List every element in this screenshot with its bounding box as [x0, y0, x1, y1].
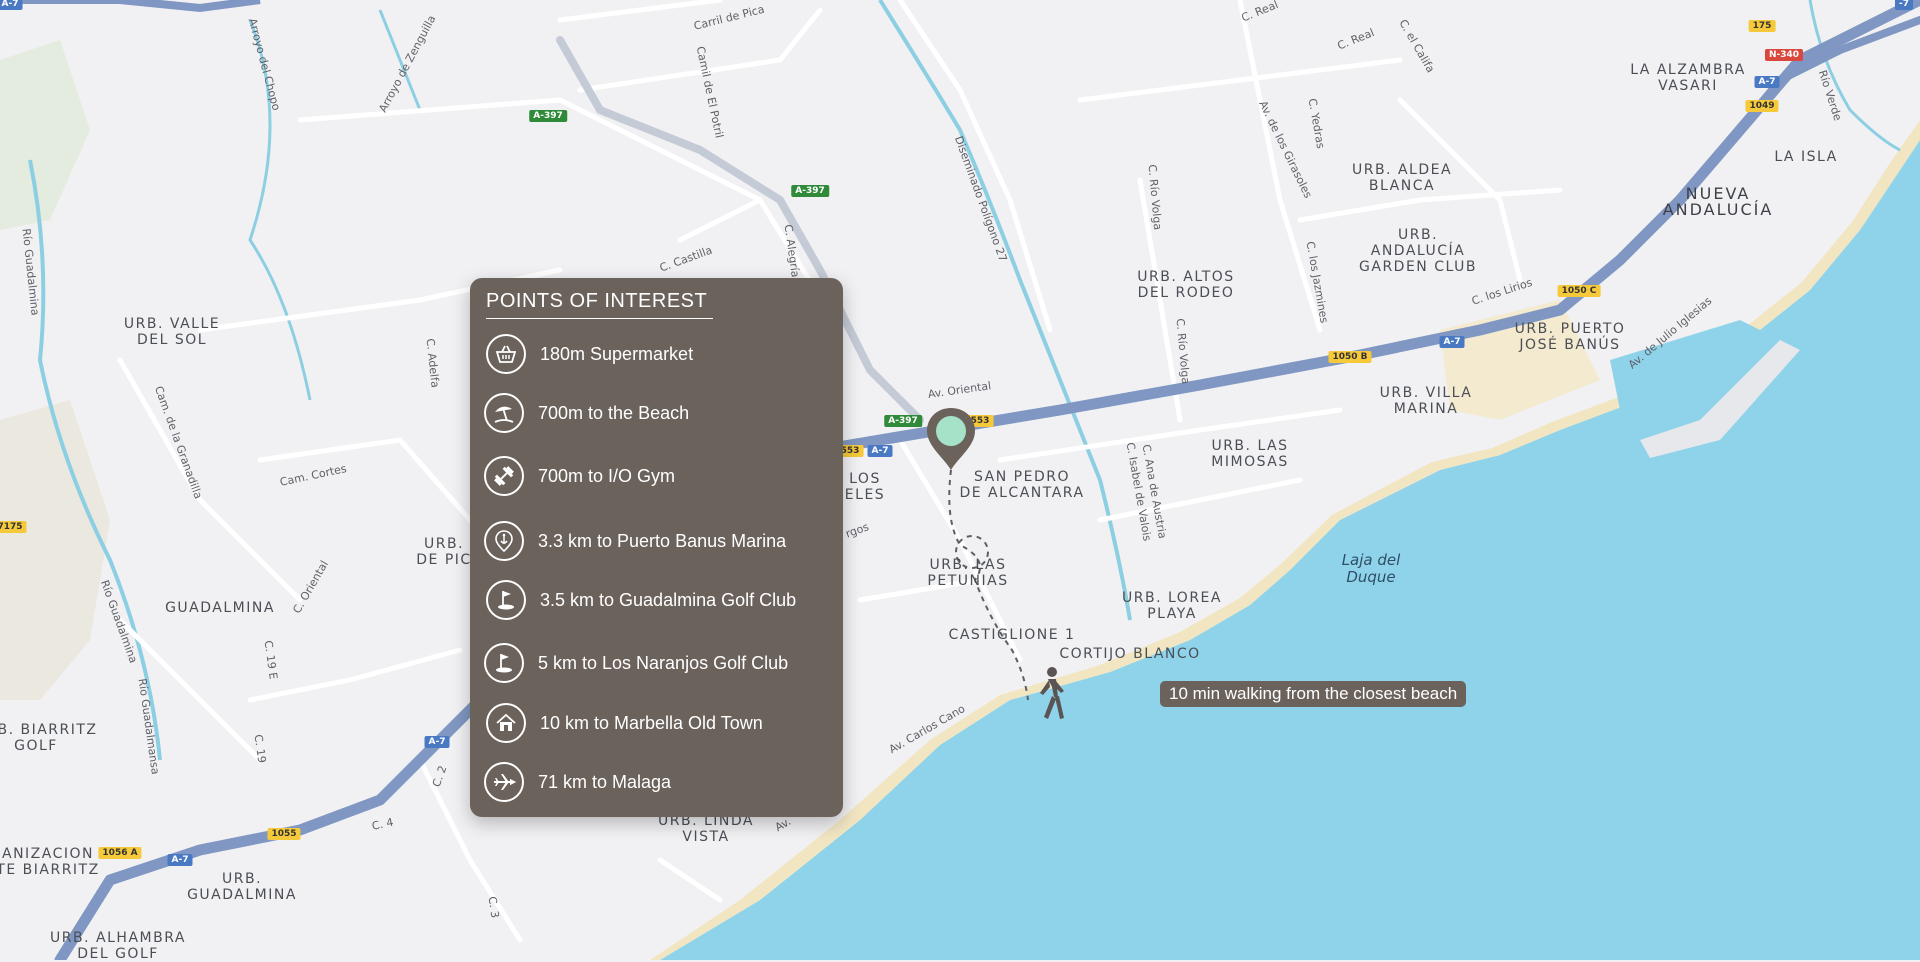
street-label: C. 3 [485, 895, 502, 919]
poi-item-los-naranjos-golf[interactable]: 5 km to Los Naranjos Golf Club [484, 639, 788, 687]
area-label-la-alzambra-vasari: LA ALZAMBRA VASARI [1630, 62, 1746, 94]
area-label-urb-las-mimosas: URB. LAS MIMOSAS [1211, 438, 1289, 470]
road-shield: A-7 [867, 445, 893, 457]
road-shield: -7 [1895, 0, 1913, 10]
airplane-icon [484, 762, 524, 802]
poi-item-label: 5 km to Los Naranjos Golf Club [538, 652, 789, 673]
area-label-nueva-andalucia: NUEVA ANDALUCÍA [1662, 184, 1774, 219]
property-location-marker-icon[interactable] [924, 406, 978, 472]
area-label-urb-puerto-jose-banus: URB. PUERTO JOSÉ BANÚS [1514, 321, 1626, 353]
walking-distance-callout: 10 min walking from the closest beach [1160, 681, 1467, 707]
anchor-pin-icon [484, 521, 524, 561]
road-shield: A-397 [884, 415, 922, 427]
road-shield: 1049 [1745, 100, 1779, 112]
area-label-san-pedro-de-alcantara: SAN PEDRO DE ALCANTARA [959, 469, 1085, 501]
road-shield: A-397 [791, 185, 829, 197]
poi-item-label: 700m to I/O Gym [538, 465, 676, 486]
area-label-la-isla: LA ISLA [1774, 149, 1838, 165]
poi-panel-title: POINTS OF INTEREST [486, 290, 708, 312]
golf-flag-icon [484, 643, 524, 683]
poi-item-label: 10 km to Marbella Old Town [540, 712, 763, 733]
road-shield: A-7 [1439, 336, 1465, 348]
area-label-urb-las-petunias: URB. LAS PETUNIAS [927, 557, 1009, 589]
walking-person-icon [1040, 667, 1064, 719]
area-label-cortijo-blanco: CORTIJO BLANCO [1059, 646, 1201, 662]
beach-umbrella-icon [484, 393, 524, 433]
poi-title-underline [486, 318, 713, 319]
poi-item-supermarket[interactable]: 180m Supermarket [486, 330, 693, 378]
poi-item-gym[interactable]: 700m to I/O Gym [484, 452, 675, 500]
area-label-urb-biarritz-golf: URB. BIARRITZ GOLF [0, 722, 98, 754]
house-icon [486, 703, 526, 743]
basket-icon [486, 334, 526, 374]
poi-item-label: 71 km to Malaga [538, 771, 672, 792]
area-label-urb-alhambra-del-golf: URB. ALHAMBRA DEL GOLF [50, 930, 186, 962]
area-label-urb-linda-vista: URB. LINDA VISTA [658, 813, 754, 845]
road-shield: N-340 [1764, 49, 1804, 61]
dumbbell-icon [484, 456, 524, 496]
poi-item-marina[interactable]: 3.3 km to Puerto Banus Marina [484, 517, 786, 565]
poi-item-guadalmina-golf[interactable]: 3.5 km to Guadalmina Golf Club [486, 576, 796, 624]
area-label-castiglione-1: CASTIGLIONE 1 [948, 627, 1076, 643]
area-label-urb-valle-del-sol: URB. VALLE DEL SOL [123, 316, 221, 348]
poi-item-marbella-old-town[interactable]: 10 km to Marbella Old Town [486, 699, 763, 747]
road-shield: A-7 [1754, 76, 1780, 88]
area-label-urbanizacion-biarritz: ANIZACION TE BIARRITZ [0, 846, 100, 878]
area-label-urb-de-pic: URB. DE PIC [416, 536, 472, 568]
area-label-los-eles: LOS ELES [844, 471, 886, 503]
points-of-interest-panel: POINTS OF INTEREST 180m Supermarket 700m… [470, 278, 843, 817]
poi-item-malaga[interactable]: 71 km to Malaga [484, 758, 671, 806]
road-shield: 1055 [267, 828, 301, 840]
area-label-urb-villa-marina: URB. VILLA MARINA [1379, 385, 1473, 417]
road-shield: 175 [1748, 20, 1776, 32]
road-shield: A-7 [0, 0, 23, 10]
area-label-urb-guadalmina: URB. GUADALMINA [187, 871, 297, 903]
area-label-urb-aldea-blanca: URB. ALDEA BLANCA [1351, 162, 1453, 194]
area-label-urb-andalucia-garden-club: URB. ANDALUCÍA GARDEN CLUB [1359, 227, 1477, 275]
area-label-urb-lorea-playa: URB. LOREA PLAYA [1122, 590, 1222, 622]
road-shield: A-7 [424, 736, 450, 748]
road-shield: 1056 A [98, 847, 142, 859]
poi-item-label: 180m Supermarket [540, 343, 694, 364]
poi-item-label: 700m to the Beach [538, 402, 690, 423]
golf-flag-icon [486, 580, 526, 620]
poi-item-beach[interactable]: 700m to the Beach [484, 389, 689, 437]
area-label-urb-altos-del-rodeo: URB. ALTOS DEL RODEO [1137, 269, 1235, 301]
road-shield: A-397 [529, 110, 567, 122]
road-shield: 7175 [0, 521, 27, 533]
area-label-guadalmina: GUADALMINA [165, 600, 275, 616]
road-shield: A-7 [167, 854, 193, 866]
poi-item-label: 3.5 km to Guadalmina Golf Club [540, 589, 797, 610]
water-label-laja-del-duque: Laja del Duque [1341, 551, 1401, 586]
road-shield: 1050 C [1557, 285, 1601, 297]
road-shield: 1050 B [1328, 351, 1372, 363]
poi-item-label: 3.3 km to Puerto Banus Marina [538, 530, 787, 551]
